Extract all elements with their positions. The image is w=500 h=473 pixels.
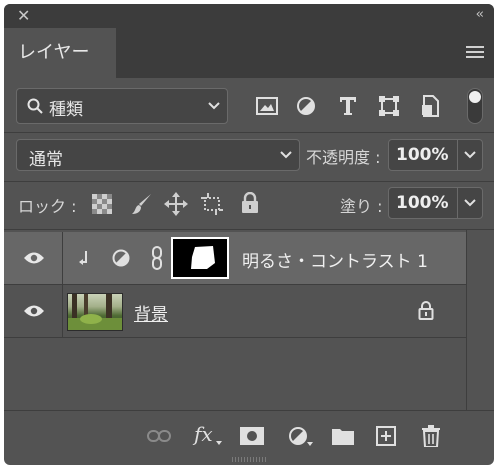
search-icon xyxy=(27,98,43,114)
trash-icon[interactable] xyxy=(422,425,440,447)
tab-layers[interactable]: レイヤー xyxy=(4,28,116,78)
eye-icon xyxy=(24,252,44,264)
blend-mode-select[interactable]: 通常 xyxy=(16,139,300,171)
chevron-down-icon xyxy=(280,151,292,159)
lock-artboard-icon[interactable] xyxy=(200,192,224,216)
link-layers-icon[interactable] xyxy=(147,429,171,443)
opacity-input[interactable]: 100% xyxy=(388,139,458,171)
add-mask-icon[interactable] xyxy=(240,427,264,445)
panel-titlebar: ✕ ‹‹ xyxy=(4,4,494,28)
fill-label: 塗り : xyxy=(340,197,383,216)
layer-mask-thumbnail[interactable] xyxy=(171,237,229,279)
filter-kind-label: 種類 xyxy=(49,100,83,120)
new-adjustment-layer-icon[interactable] xyxy=(288,426,308,446)
lock-image-pixels-icon[interactable] xyxy=(131,192,153,216)
opacity-dropdown-button[interactable] xyxy=(457,139,483,171)
mask-shape xyxy=(191,246,215,269)
eye-icon xyxy=(24,305,44,317)
lock-position-icon[interactable] xyxy=(164,192,188,216)
type-filter-icon[interactable] xyxy=(338,95,358,117)
blend-mode-value: 通常 xyxy=(29,150,63,170)
layer-row-brightness-contrast[interactable]: 明るさ・コントラスト 1 xyxy=(4,232,466,285)
fill-dropdown-button[interactable] xyxy=(457,187,483,219)
adjustment-filter-icon[interactable] xyxy=(296,96,316,116)
collapse-icon[interactable]: ‹‹ xyxy=(476,7,485,22)
fill-input[interactable]: 100% xyxy=(388,187,458,219)
lock-label: ロック : xyxy=(18,197,77,216)
layer-name[interactable]: 明るさ・コントラスト 1 xyxy=(242,247,428,272)
layers-list: 明るさ・コントラスト 1 背景 xyxy=(4,232,466,410)
folder-icon[interactable] xyxy=(332,427,354,445)
chevron-down-icon xyxy=(208,102,220,110)
lock-transparent-pixels-icon[interactable] xyxy=(92,194,112,214)
opacity-value: 100% xyxy=(396,145,449,165)
smart-object-filter-icon[interactable] xyxy=(420,94,440,118)
fx-dropdown-icon xyxy=(216,441,222,445)
fx-icon[interactable]: fx xyxy=(194,422,213,446)
layer-name[interactable]: 背景 xyxy=(134,300,168,325)
chevron-down-icon xyxy=(464,151,476,159)
visibility-toggle[interactable] xyxy=(4,285,63,337)
layer-thumbnail[interactable] xyxy=(67,293,123,331)
chevron-down-icon xyxy=(464,199,476,207)
adjustment-layer-icon xyxy=(112,249,130,267)
layers-toolbar: fx xyxy=(4,410,494,465)
opacity-label: 不透明度 : xyxy=(306,148,381,167)
layer-row-background[interactable]: 背景 xyxy=(4,285,466,338)
clipping-arrow-icon xyxy=(79,251,87,265)
new-layer-icon[interactable] xyxy=(376,426,396,446)
resize-grip-icon[interactable] xyxy=(232,457,266,462)
fill-value: 100% xyxy=(396,193,449,213)
image-filter-icon[interactable] xyxy=(256,96,278,116)
shape-filter-icon[interactable] xyxy=(378,95,400,117)
adjustment-dropdown-icon xyxy=(307,442,313,446)
scroll-gutter[interactable] xyxy=(466,230,494,410)
close-icon[interactable]: ✕ xyxy=(17,6,30,25)
visibility-toggle[interactable] xyxy=(4,232,63,284)
filter-kind-select[interactable]: 種類 xyxy=(16,88,228,124)
layers-panel: ✕ ‹‹ レイヤー 種類 通常 不透明度: 100% ロック: 塗り: 1… xyxy=(4,4,494,465)
lock-icon xyxy=(418,301,434,320)
lock-all-icon[interactable] xyxy=(241,192,259,214)
panel-menu-icon[interactable] xyxy=(466,46,484,58)
tab-row: レイヤー xyxy=(4,28,494,78)
link-icon[interactable] xyxy=(151,246,163,270)
filter-toggle[interactable] xyxy=(467,88,483,124)
